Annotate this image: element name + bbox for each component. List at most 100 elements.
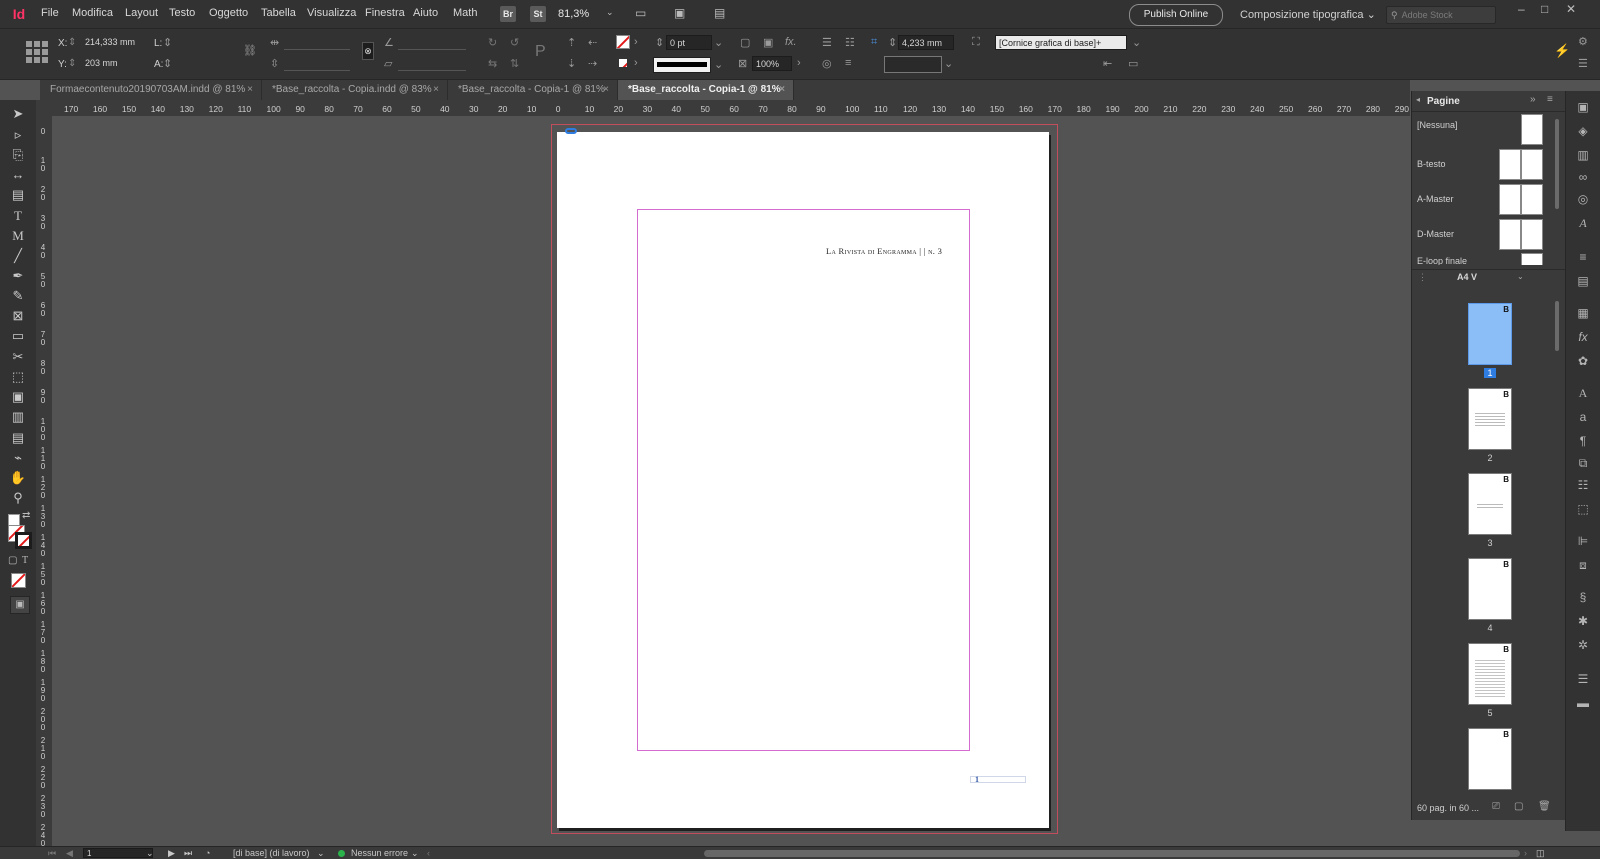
page-tool-icon[interactable]: ⎘ (8, 146, 28, 164)
menu-aiuto[interactable]: Aiuto (413, 7, 438, 19)
pages-panel-icon[interactable]: ▣ (1574, 99, 1592, 115)
select-content-icon[interactable]: ⇣ (567, 57, 576, 70)
masters-divider[interactable] (1412, 269, 1565, 270)
text-wrap-jump-icon[interactable]: ≡ (845, 57, 851, 69)
horizontal-ruler[interactable]: 170 160 150 140 130 120 110 100 90 80 70 60 50 40 30 20… (40, 100, 1410, 117)
tab-base-raccolta-copia-1[interactable]: *Base_raccolta - Copia-1 @ 81% × (448, 80, 618, 100)
menu-file[interactable]: File (41, 7, 59, 19)
page-size-label[interactable]: A4 V (1457, 272, 1477, 282)
drop-shadow-icon[interactable]: ▢ (740, 36, 750, 49)
comments-panel-icon[interactable]: ▬ (1574, 695, 1592, 711)
edit-object-style-icon[interactable]: ▭ (1128, 57, 1138, 70)
scale-y-icon[interactable]: ⇳ (270, 57, 279, 70)
format-text-icon[interactable]: T (22, 555, 28, 566)
zoom-level[interactable]: 81,3% (558, 8, 589, 20)
bridge-button[interactable]: Br (500, 6, 516, 22)
align-panel-icon[interactable]: ⊫ (1574, 533, 1592, 549)
rotation-field[interactable] (398, 35, 466, 50)
spacing-stepper-icon[interactable]: ⇕ (888, 36, 897, 49)
flip-vertical-icon[interactable]: ⇅ (510, 57, 519, 70)
panel-collapse-icon[interactable]: ◂ (1416, 95, 1420, 104)
paragraph-panel-icon[interactable]: ¶ (1574, 433, 1592, 449)
gradient-feather-tool-icon[interactable]: ▥ (8, 408, 28, 426)
screen-mode-normal-icon[interactable]: ▣ (10, 596, 30, 614)
text-wrap-bbox-icon[interactable]: ☷ (845, 36, 855, 49)
math-tool-icon[interactable]: M (8, 227, 28, 245)
glyphs-panel-icon[interactable]: A (1574, 215, 1592, 231)
panel-menu-icon[interactable]: ☰ (1578, 57, 1588, 70)
direct-selection-tool-icon[interactable]: ▹ (8, 126, 28, 144)
stroke-weight-dropdown-icon[interactable]: ⌄ (714, 36, 723, 49)
stroke-swatch[interactable] (616, 56, 630, 70)
tab-close-icon[interactable]: × (247, 80, 253, 100)
eyedropper-tool-icon[interactable]: ⌁ (8, 449, 28, 467)
stroke-weight-field[interactable]: 0 pt (666, 35, 712, 50)
master-a-master[interactable]: A-Master (1413, 183, 1563, 217)
scissors-tool-icon[interactable]: ✂ (8, 348, 28, 366)
scale-x-icon[interactable]: ⇹ (270, 36, 279, 49)
view-options-icon[interactable]: ▣ (674, 6, 685, 20)
masters-scrollbar[interactable] (1555, 119, 1559, 209)
page-dropdown-icon[interactable]: ⌄ (146, 847, 154, 859)
new-page-icon[interactable]: ▢ (1514, 801, 1523, 812)
menu-testo[interactable]: Testo (169, 7, 195, 19)
workspace-switcher[interactable]: Composizione tipografica ⌄ (1240, 8, 1376, 21)
rectangle-frame-tool-icon[interactable]: ⊠ (8, 307, 28, 325)
constrain-proportions-icon[interactable]: ⛓ (243, 44, 257, 57)
scale-x-field[interactable] (284, 35, 350, 50)
stroke-dropdown-icon[interactable]: › (634, 57, 638, 69)
scale-y-field[interactable] (284, 56, 350, 71)
stroke-panel-icon[interactable]: ◎ (1574, 191, 1592, 207)
master-e-loop[interactable]: E-loop finale (1413, 253, 1563, 265)
width-stepper-icon[interactable]: ⇕ (163, 36, 172, 49)
text-wrap-shape-icon[interactable]: ◎ (822, 57, 832, 70)
tab-close-icon[interactable]: × (433, 80, 439, 100)
select-previous-icon[interactable]: ⇠ (588, 36, 597, 49)
stroke-type-selector[interactable] (653, 57, 711, 73)
line-tool-icon[interactable]: ╱ (8, 247, 28, 265)
select-next-icon[interactable]: ⇢ (588, 57, 597, 70)
tab-base-raccolta-copia-1-active[interactable]: *Base_raccolta - Copia-1 @ 81% × (618, 80, 794, 100)
running-header[interactable]: La Rivista di Engramma | | n. 3 (826, 246, 942, 256)
tab-base-raccolta-copia[interactable]: *Base_raccolta - Copia.indd @ 83% × (262, 80, 448, 100)
last-page-icon[interactable]: ⏭ (184, 847, 192, 859)
master-b-testo[interactable]: B-testo (1413, 148, 1563, 182)
swap-colors-icon[interactable]: ⇄ (22, 510, 30, 521)
panel-menu-icon[interactable]: ≡ (1547, 94, 1553, 105)
type-tool-icon[interactable]: T (8, 207, 28, 225)
first-page-icon[interactable]: ⏮ (48, 847, 56, 859)
gradient-swatch-tool-icon[interactable]: ▣ (8, 388, 28, 406)
flip-horizontal-icon[interactable]: ⇆ (488, 57, 497, 70)
minimize-icon[interactable]: – (1518, 2, 1525, 16)
object-styles-icon[interactable]: ⧉ (1574, 455, 1592, 471)
page-thumbnail-1[interactable]: B (1468, 303, 1512, 365)
lightning-icon[interactable]: ⚡ (1554, 43, 1570, 59)
settings-gear-icon[interactable]: ⚙ (1578, 35, 1588, 48)
tab-formaecontenuto[interactable]: Formaecontenuto20190703AM.indd @ 81% × (40, 80, 262, 100)
page-thumbnail-4[interactable]: B (1468, 558, 1512, 620)
effects-icon[interactable]: fx. (785, 36, 797, 48)
x-stepper-icon[interactable]: ⇕ (68, 37, 76, 48)
transform-panel-icon[interactable]: ⬚ (1574, 501, 1592, 517)
y-stepper-icon[interactable]: ⇕ (68, 58, 76, 69)
preflight-dropdown-icon[interactable]: ⌄ (411, 847, 419, 859)
pen-tool-icon[interactable]: ✒ (8, 267, 28, 285)
color-panel-icon[interactable]: ✿ (1574, 353, 1592, 369)
frame-fitting-dropdown-icon[interactable]: ⌄ (944, 57, 953, 70)
note-tool-icon[interactable]: ▤ (8, 429, 28, 447)
publish-online-button[interactable]: Publish Online (1129, 4, 1223, 26)
zoom-tool-icon[interactable]: ⚲ (8, 489, 28, 507)
page-size-dropdown-icon[interactable]: ⌄ (1517, 272, 1524, 281)
scroll-left-icon[interactable]: ‹ (427, 847, 430, 859)
shear-field[interactable] (398, 56, 466, 71)
split-window-icon[interactable]: ◫ (1536, 847, 1545, 859)
maximize-icon[interactable]: □ (1541, 2, 1548, 16)
content-collector-tool-icon[interactable]: ▤ (8, 186, 28, 204)
data-merge-icon[interactable]: ✲ (1574, 637, 1592, 653)
page-number-field[interactable]: 1 (83, 848, 153, 858)
next-page-icon[interactable]: ▶ (168, 847, 175, 859)
format-container-icon[interactable]: ▢ (8, 555, 17, 566)
select-container-icon[interactable]: ⇡ (567, 36, 576, 49)
object-style-field[interactable]: [Cornice grafica di base]+ (995, 35, 1127, 50)
selection-tool-icon[interactable]: ➤ (8, 105, 28, 123)
